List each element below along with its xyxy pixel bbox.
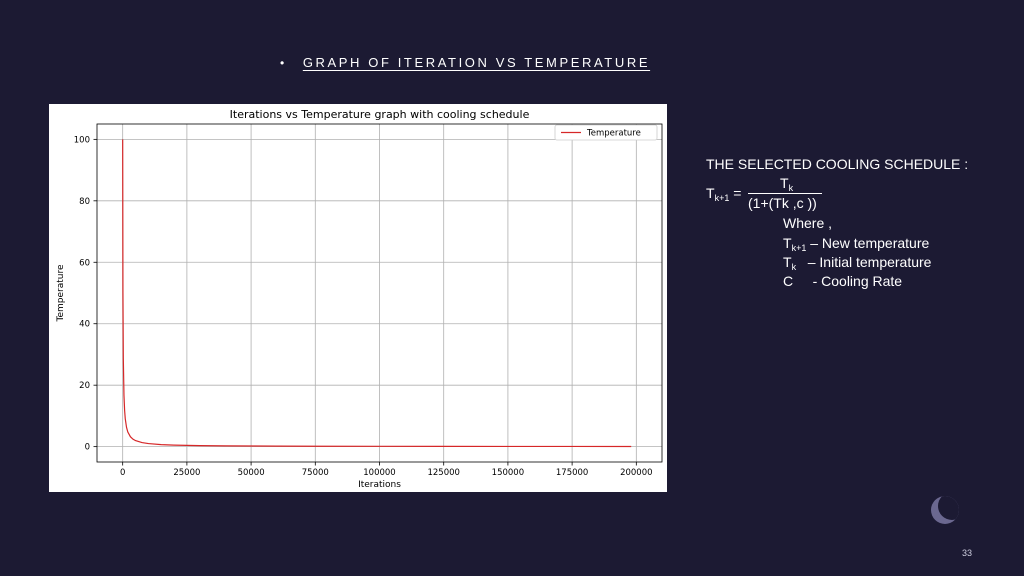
- x-tick-label: 200000: [620, 468, 652, 478]
- x-axis-label: Iterations: [358, 480, 401, 490]
- y-tick-label: 0: [85, 443, 90, 453]
- def2-text: – Initial temperature: [807, 254, 932, 270]
- y-tick-label: 60: [79, 258, 90, 268]
- page-number: 33: [962, 548, 973, 558]
- legend-label: Temperature: [586, 129, 641, 139]
- numerator-subscript: k: [788, 183, 794, 193]
- x-tick-label: 0: [120, 468, 125, 478]
- formula-numerator: Tk: [780, 175, 793, 193]
- def1-symbol: T: [783, 235, 792, 251]
- chart-panel: Iterations vs Temperature graph with coo…: [49, 104, 667, 492]
- where-label: Where ,: [783, 215, 833, 231]
- y-tick-label: 40: [79, 320, 90, 330]
- definition-new-temperature: Tk+1 – New temperature: [783, 235, 929, 253]
- def3-symbol: C: [783, 273, 794, 289]
- crescent-moon-icon: [931, 496, 959, 524]
- y-tick-label: 20: [79, 381, 90, 391]
- slide-heading: • GRAPH OF ITERATION VS TEMPERATURE: [280, 55, 650, 70]
- fraction-bar: [748, 193, 822, 194]
- x-tick-label: 25000: [173, 468, 200, 478]
- numerator-t: T: [780, 175, 789, 191]
- def1-subscript: k+1: [791, 243, 807, 253]
- def2-subscript: k: [791, 262, 797, 272]
- heading-text: GRAPH OF ITERATION VS TEMPERATURE: [302, 55, 651, 70]
- x-tick-label: 175000: [556, 468, 588, 478]
- definition-cooling-rate: C - Cooling Rate: [783, 273, 902, 289]
- y-axis-label: Temperature: [56, 264, 66, 322]
- y-tick-label: 80: [79, 197, 90, 207]
- heading-bullet: •: [280, 55, 287, 70]
- lhs-subscript: k+1: [714, 193, 730, 203]
- chart-title: Iterations vs Temperature graph with coo…: [230, 108, 530, 121]
- x-tick-label: 50000: [238, 468, 265, 478]
- def1-text: – New temperature: [810, 235, 930, 251]
- temperature-chart: Iterations vs Temperature graph with coo…: [56, 108, 663, 490]
- y-tick-label: 100: [74, 135, 90, 145]
- def2-symbol: T: [783, 254, 792, 270]
- schedule-title: THE SELECTED COOLING SCHEDULE :: [706, 156, 969, 172]
- formula-denominator: (1+(Tk ,c )): [748, 195, 817, 211]
- formula-lhs: Tk+1 =: [706, 185, 741, 203]
- x-tick-label: 100000: [363, 468, 395, 478]
- series-line-temperature: [122, 139, 632, 448]
- x-tick-label: 125000: [427, 468, 459, 478]
- equals-sign: =: [733, 185, 742, 201]
- def3-text: - Cooling Rate: [812, 273, 903, 289]
- definition-initial-temperature: Tk – Initial temperature: [783, 254, 931, 272]
- x-tick-label: 75000: [302, 468, 329, 478]
- lhs-t: T: [706, 185, 715, 201]
- x-tick-label: 150000: [492, 468, 524, 478]
